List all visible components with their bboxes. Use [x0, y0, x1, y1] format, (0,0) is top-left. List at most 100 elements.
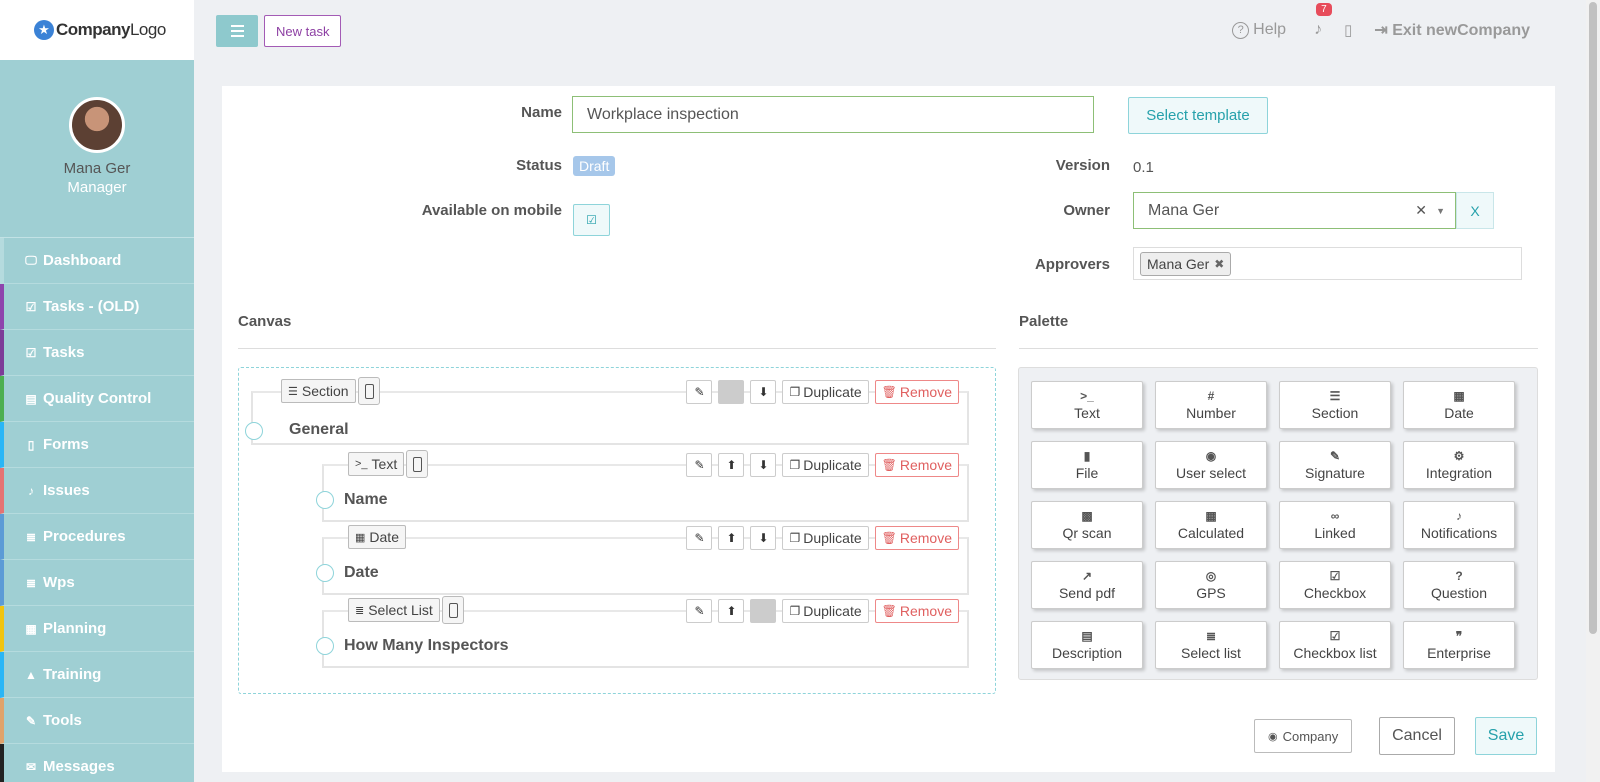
sidebar-item[interactable]: ☑ Tasks — [0, 330, 194, 376]
sidebar-item[interactable]: ✉ Messages — [0, 744, 194, 782]
save-button[interactable]: Save — [1475, 717, 1537, 755]
remove-button[interactable]: 🗑 Remove — [874, 380, 959, 404]
available-on-mobile-checkbox[interactable]: ☑ — [573, 204, 610, 236]
palette-item[interactable]: ◉ User select — [1155, 441, 1267, 489]
scrollbar-thumb[interactable] — [1589, 2, 1597, 634]
notifications-button[interactable]: ♪ 7 — [1314, 3, 1332, 39]
palette-item[interactable]: ▮ File — [1031, 441, 1143, 489]
menu-toggle-button[interactable] — [216, 15, 258, 47]
sidebar-item[interactable]: ≣ Wps — [0, 560, 194, 606]
canvas-dropzone[interactable]: ☰ Section General ✎ ⬇ ❐ Duplicate 🗑 Remove >_ Text… — [238, 367, 996, 694]
field-name[interactable]: General — [289, 421, 349, 439]
logo[interactable]: ★ CompanyLogo — [0, 0, 194, 60]
sidebar-item-label: Tools — [43, 712, 82, 729]
field-name[interactable]: Name — [344, 491, 388, 509]
palette-item[interactable]: ☑ Checkbox — [1279, 561, 1391, 609]
name-label: Name — [521, 104, 562, 121]
settings-wrench-button[interactable]: ✎ — [686, 526, 713, 550]
mobile-icon[interactable] — [442, 596, 464, 624]
version-value: 0.1 — [1133, 159, 1154, 176]
scrollbar[interactable] — [1586, 0, 1600, 782]
name-input[interactable]: Workplace inspection — [572, 96, 1094, 133]
sidebar-item[interactable]: ≣ Procedures — [0, 514, 194, 560]
palette-item[interactable]: ≣ Select list — [1155, 621, 1267, 669]
building-icon[interactable]: ▯ — [1344, 21, 1352, 39]
sidebar-item[interactable]: 🖵 Dashboard — [0, 238, 194, 284]
sidebar-item[interactable]: ▦ Planning — [0, 606, 194, 652]
palette-item-label: Qr scan — [1062, 524, 1112, 541]
drag-handle[interactable] — [245, 422, 263, 440]
owner-select[interactable]: Mana Ger ✕ ▼ — [1133, 192, 1456, 229]
duplicate-button[interactable]: ❐ Duplicate — [782, 380, 869, 404]
remove-button[interactable]: 🗑 Remove — [874, 526, 959, 550]
settings-wrench-button[interactable]: ✎ — [686, 453, 713, 477]
palette-item[interactable]: ? Question — [1403, 561, 1515, 609]
clear-icon[interactable]: ✕ — [1415, 202, 1427, 219]
sidebar-item[interactable]: ☑ Tasks - (OLD) — [0, 284, 194, 330]
sidebar-item[interactable]: ✎ Tools — [0, 698, 194, 744]
settings-wrench-button[interactable]: ✎ — [686, 380, 713, 404]
palette-item[interactable]: ↗ Send pdf — [1031, 561, 1143, 609]
settings-wrench-button[interactable]: ✎ — [686, 599, 713, 623]
palette-item[interactable]: ▤ Description — [1031, 621, 1143, 669]
palette-item[interactable]: ▦ Date — [1403, 381, 1515, 429]
duplicate-button[interactable]: ❐ Duplicate — [782, 453, 869, 477]
canvas-item[interactable]: ▦ Date Date ✎ ⬆ ⬇ ❐ Duplicate 🗑 Remove — [316, 525, 969, 595]
palette-item[interactable]: ▩ Qr scan — [1031, 501, 1143, 549]
canvas-item[interactable]: ☰ Section General ✎ ⬇ ❐ Duplicate 🗑 Remove — [245, 377, 969, 445]
drag-handle[interactable] — [316, 637, 334, 655]
bell-icon: ♪ — [28, 483, 34, 498]
drag-handle[interactable] — [316, 564, 334, 582]
mobile-icon[interactable] — [406, 450, 428, 478]
owner-clear-button[interactable]: X — [1456, 192, 1494, 229]
sidebar-item[interactable]: ▤ Quality Control — [0, 376, 194, 422]
palette-item[interactable]: ▦ Calculated — [1155, 501, 1267, 549]
cancel-button[interactable]: Cancel — [1379, 717, 1455, 755]
remove-button[interactable]: 🗑 Remove — [874, 453, 959, 477]
move-down-button[interactable]: ⬇ — [750, 380, 777, 404]
palette-item[interactable]: ☰ Section — [1279, 381, 1391, 429]
move-up-button[interactable]: ⬆ — [718, 599, 745, 623]
palette-item[interactable]: # Number — [1155, 381, 1267, 429]
duplicate-button[interactable]: ❐ Duplicate — [782, 526, 869, 550]
drag-handle[interactable] — [316, 491, 334, 509]
palette-item[interactable]: ◎ GPS — [1155, 561, 1267, 609]
caret-down-icon[interactable]: ▼ — [1436, 206, 1445, 216]
share-icon: ↗ — [1081, 568, 1093, 583]
field-type-icon: >_ — [355, 458, 368, 470]
palette-item[interactable]: ♪ Notifications — [1403, 501, 1515, 549]
move-down-button[interactable]: ⬇ — [750, 453, 777, 477]
mobile-icon[interactable] — [358, 377, 380, 405]
palette-item-label: Linked — [1314, 524, 1356, 541]
file-text-icon: ▤ — [1081, 628, 1093, 643]
field-name[interactable]: How Many Inspectors — [344, 637, 508, 655]
palette-item[interactable]: ❞ Enterprise — [1403, 621, 1515, 669]
palette-item[interactable]: >_ Text — [1031, 381, 1143, 429]
sidebar-item[interactable]: ▲ Training — [0, 652, 194, 698]
palette-item[interactable]: ✎ Signature — [1279, 441, 1391, 489]
avatar[interactable] — [69, 97, 125, 153]
move-up-button[interactable]: ⬆ — [718, 453, 745, 477]
palette-item-label: Question — [1430, 584, 1488, 601]
remove-button[interactable]: 🗑 Remove — [874, 599, 959, 623]
check-square-icon: ☑ — [1329, 568, 1341, 583]
sidebar-item[interactable]: ▯ Forms — [0, 422, 194, 468]
sidebar-item[interactable]: ♪ Issues — [0, 468, 194, 514]
new-task-button[interactable]: New task — [264, 15, 342, 47]
remove-tag-icon[interactable]: ✖ — [1214, 257, 1224, 271]
exit-company-link[interactable]: ⇥ Exit newCompany — [1374, 20, 1530, 40]
canvas-item[interactable]: ≣ Select List How Many Inspectors ✎ ⬆ ❐ Duplic… — [316, 596, 969, 668]
move-up-button[interactable]: ⬆ — [718, 526, 745, 550]
duplicate-button[interactable]: ❐ Duplicate — [782, 599, 869, 623]
palette-item[interactable]: ∞ Linked — [1279, 501, 1391, 549]
palette-item[interactable]: ☑ Checkbox list — [1279, 621, 1391, 669]
select-template-button[interactable]: Select template — [1128, 97, 1268, 134]
palette-item[interactable]: ⚙ Integration — [1403, 441, 1515, 489]
company-visibility-button[interactable]: ◉ Company — [1254, 719, 1353, 753]
canvas-item[interactable]: >_ Text Name ✎ ⬆ ⬇ ❐ Duplicate 🗑 Remove — [316, 450, 969, 522]
approvers-input[interactable]: Mana Ger ✖ — [1133, 247, 1522, 280]
help-link[interactable]: ? Help — [1232, 21, 1286, 39]
field-name[interactable]: Date — [344, 564, 379, 582]
move-down-button[interactable]: ⬇ — [750, 526, 777, 550]
field-type-label: Select List — [368, 602, 433, 618]
